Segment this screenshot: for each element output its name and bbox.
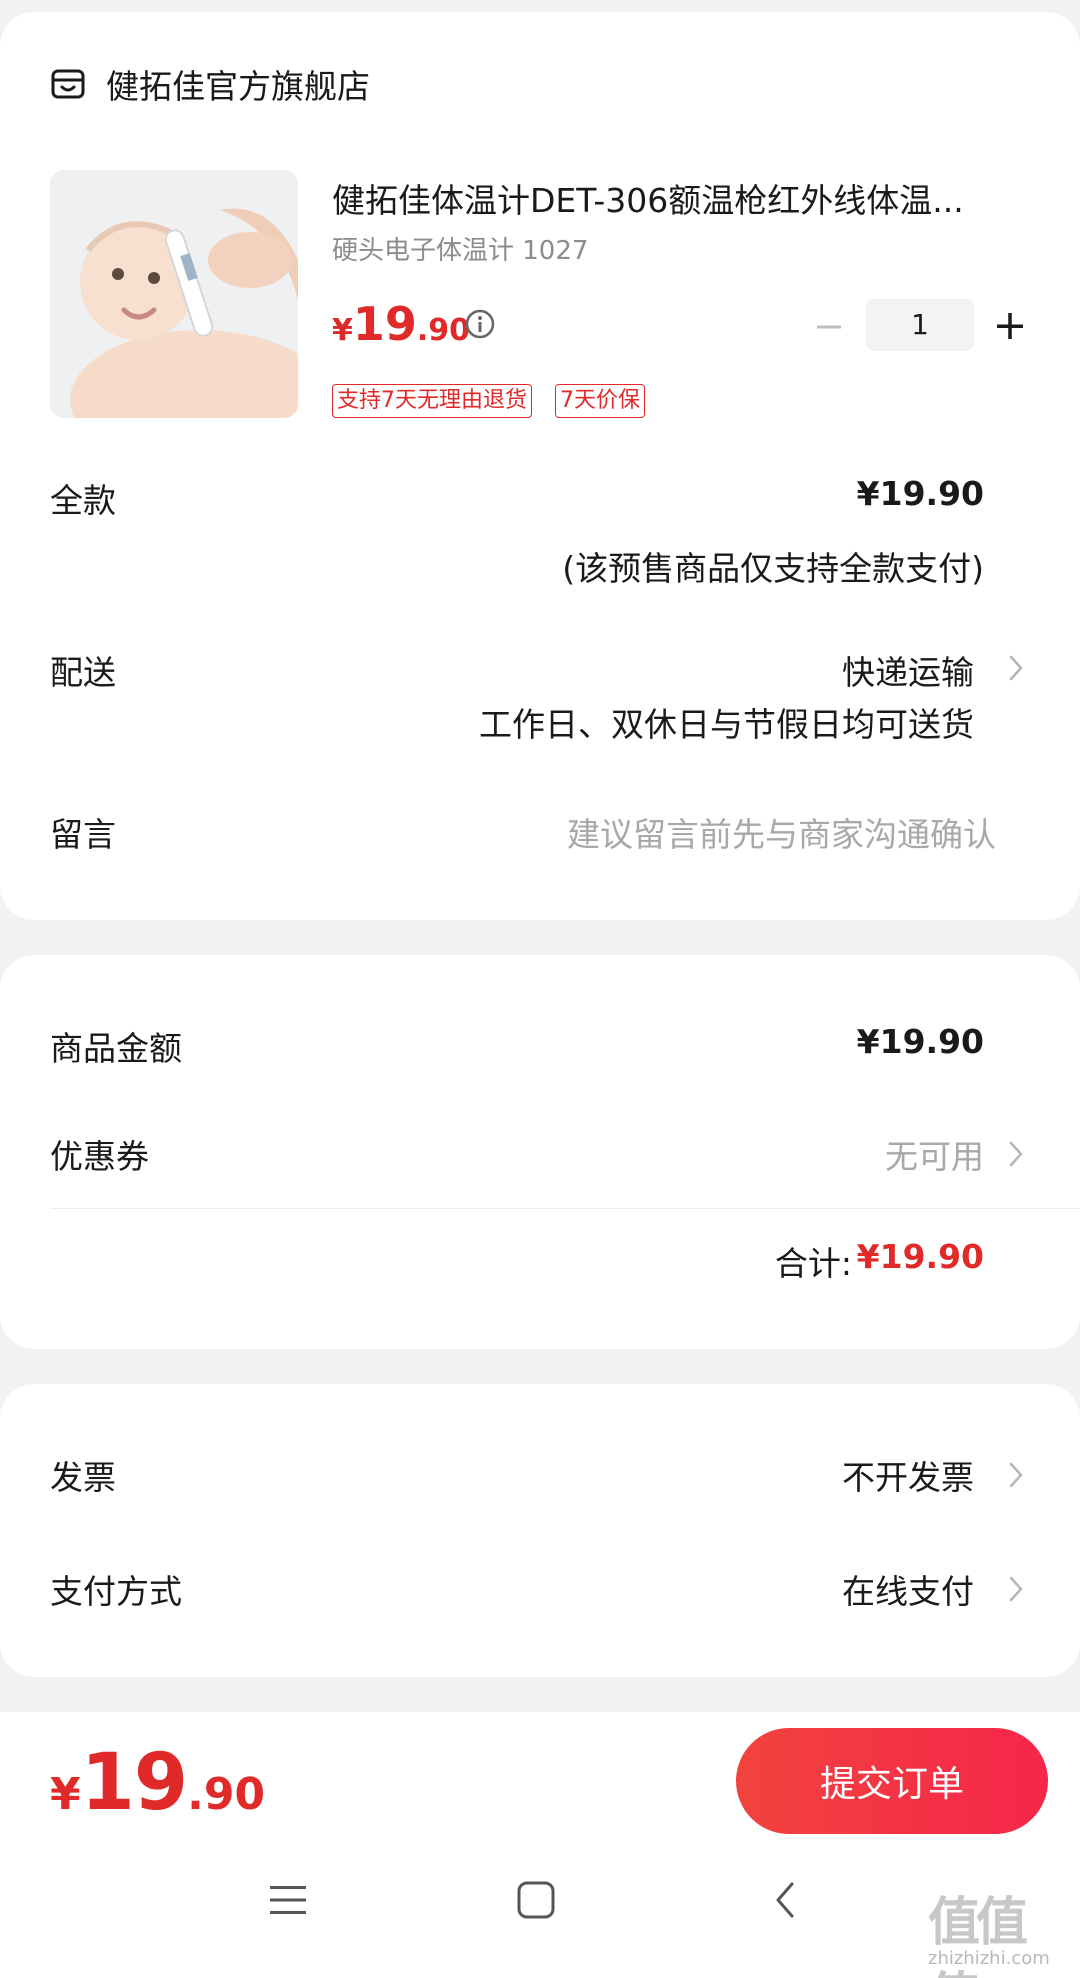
menu-icon[interactable] <box>268 1880 308 1920</box>
checkout-price: ¥ 19 .90 <box>50 1738 265 1828</box>
minus-icon[interactable] <box>812 310 846 344</box>
divider <box>50 1208 1080 1209</box>
invoice-label: 发票 <box>50 1458 116 1497</box>
checkout-bar: ¥ 19 .90 提交订单 值值值 zhizhizhi.com <box>0 1712 1080 1978</box>
pay-method-label: 支付方式 <box>50 1572 182 1611</box>
price-protection-badge[interactable]: 7天价保 <box>555 384 645 418</box>
pay-method-value[interactable]: 在线支付 <box>842 1565 974 1613</box>
invoice-payment-card: 发票 不开发票 支付方式 在线支付 <box>0 1384 1080 1677</box>
order-item-card: 健拓佳官方旗舰店 健拓佳体温计DET-306额温枪红外线体温... 硬头电子体温… <box>0 12 1080 920</box>
product-title[interactable]: 健拓佳体温计DET-306额温枪红外线体温... <box>332 174 1032 222</box>
coupon-value[interactable]: 无可用 <box>885 1130 984 1178</box>
delivery-value[interactable]: 快递运输 <box>842 646 974 694</box>
payment-type-value: ¥19.90 <box>856 474 984 513</box>
payment-type-label: 全款 <box>50 481 116 520</box>
chevron-right-icon[interactable] <box>1008 1575 1024 1603</box>
message-input[interactable]: 建议留言前先与商家沟通确认 <box>567 808 996 856</box>
delivery-note: 工作日、双休日与节假日均可送货 <box>479 705 974 744</box>
presale-note: (该预售商品仅支持全款支付) <box>562 549 984 588</box>
checkout-price-currency: ¥ <box>50 1769 81 1820</box>
product-image[interactable] <box>50 170 298 418</box>
quantity-input[interactable]: 1 <box>866 299 974 351</box>
goods-amount-label: 商品金额 <box>50 1029 182 1068</box>
store-header[interactable]: 健拓佳官方旗舰店 <box>50 62 370 106</box>
invoice-value[interactable]: 不开发票 <box>842 1451 974 1499</box>
product-spec[interactable]: 硬头电子体温计 1027 <box>332 230 588 267</box>
return-policy-badge[interactable]: 支持7天无理由退货 <box>332 384 532 418</box>
order-summary-card: 商品金额 ¥19.90 优惠券 无可用 合计: ¥19.90 <box>0 955 1080 1349</box>
baby-thermometer-image <box>50 170 298 418</box>
info-icon[interactable] <box>464 308 496 340</box>
chevron-right-icon[interactable] <box>1008 1140 1024 1168</box>
back-icon[interactable] <box>770 1880 800 1920</box>
watermark-url: zhizhizhi.com <box>928 1948 1050 1969</box>
checkout-price-integer: 19 <box>80 1738 189 1828</box>
submit-order-button[interactable]: 提交订单 <box>736 1728 1048 1834</box>
watermark-logo: 值值值 <box>928 1893 1028 1978</box>
store-name: 健拓佳官方旗舰店 <box>106 67 370 106</box>
chevron-right-icon[interactable] <box>1008 1461 1024 1489</box>
total-value: ¥19.90 <box>856 1237 984 1276</box>
goods-amount-value: ¥19.90 <box>856 1022 984 1061</box>
total-label: 合计: <box>774 1244 852 1283</box>
price-decimal: .90 <box>416 313 471 348</box>
price-currency: ¥ <box>332 313 353 348</box>
store-icon <box>51 69 85 99</box>
checkout-price-decimal: .90 <box>187 1769 266 1820</box>
coupon-label: 优惠券 <box>50 1137 149 1176</box>
plus-icon[interactable] <box>992 308 1028 344</box>
product-price: ¥ 19 .90 <box>332 297 470 351</box>
chevron-right-icon[interactable] <box>1008 654 1024 682</box>
price-integer: 19 <box>352 297 417 351</box>
delivery-label: 配送 <box>50 653 116 692</box>
home-icon[interactable] <box>516 1880 556 1920</box>
message-label: 留言 <box>50 815 116 854</box>
